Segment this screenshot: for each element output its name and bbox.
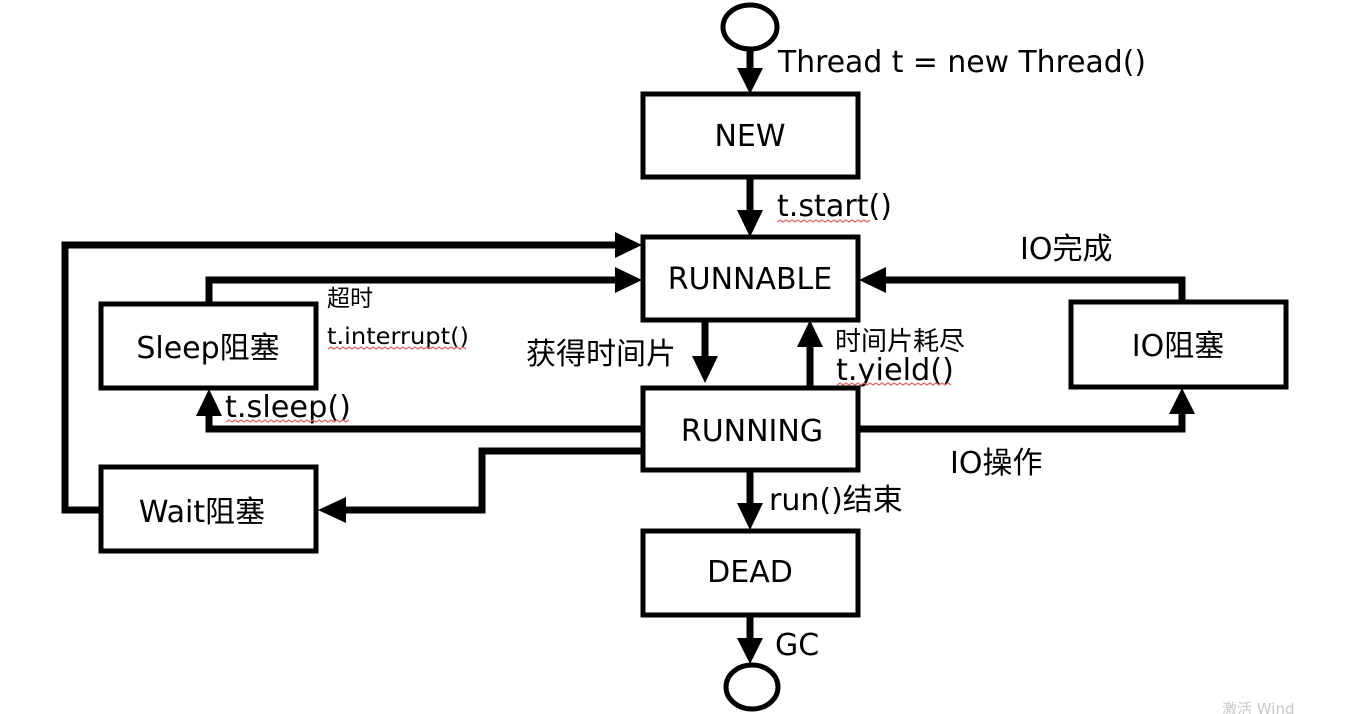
label-sleep-timeout: 超时 xyxy=(327,286,373,312)
end-node xyxy=(723,662,781,712)
label-sleep: t.sleep() xyxy=(225,390,351,425)
arrowhead-down xyxy=(737,638,763,664)
label-run-finished: run()结束 xyxy=(769,483,903,518)
state-running-label: RUNNING xyxy=(681,414,823,449)
state-runnable-label: RUNNABLE xyxy=(668,262,832,297)
state-new-label: NEW xyxy=(714,119,785,154)
edge-running-to-wait xyxy=(344,447,642,514)
thread-state-diagram: NEW RUNNABLE RUNNING DEAD Sleep阻塞 Wait阻塞… xyxy=(61,2,1294,714)
label-create: Thread t = new Thread() xyxy=(777,45,1146,80)
arrowhead-up xyxy=(1169,388,1195,414)
arrowhead-down xyxy=(692,356,718,383)
edge-io-blocked-to-runnable xyxy=(884,276,1186,302)
watermark-text: 激活 Wind xyxy=(1222,700,1294,714)
label-io-operation: IO操作 xyxy=(950,446,1042,481)
label-sleep-interrupt: t.interrupt() xyxy=(327,324,469,350)
state-io-blocked-label: IO阻塞 xyxy=(1132,329,1224,364)
arrowhead-up xyxy=(797,320,823,347)
state-sleep-blocked-label: Sleep阻塞 xyxy=(136,331,279,366)
label-start: t.start() xyxy=(777,189,892,224)
arrowhead-down xyxy=(737,210,763,237)
label-get-time-slice: 获得时间片 xyxy=(526,337,676,372)
edge-sleep-to-runnable xyxy=(205,276,617,304)
arrowhead-down xyxy=(737,68,763,94)
state-wait-blocked-label: Wait阻塞 xyxy=(139,495,265,530)
label-gc: GC xyxy=(775,628,819,663)
state-dead-label: DEAD xyxy=(707,555,793,590)
label-io-complete: IO完成 xyxy=(1020,232,1112,267)
arrowhead-down xyxy=(737,503,763,530)
start-node xyxy=(720,2,780,52)
arrowhead-up xyxy=(196,389,222,416)
arrowhead-right xyxy=(615,232,642,258)
arrowhead-left xyxy=(318,497,346,523)
arrowhead-right xyxy=(615,267,642,293)
edge-running-to-io-blocked xyxy=(858,412,1186,433)
arrowhead-left xyxy=(859,267,886,293)
